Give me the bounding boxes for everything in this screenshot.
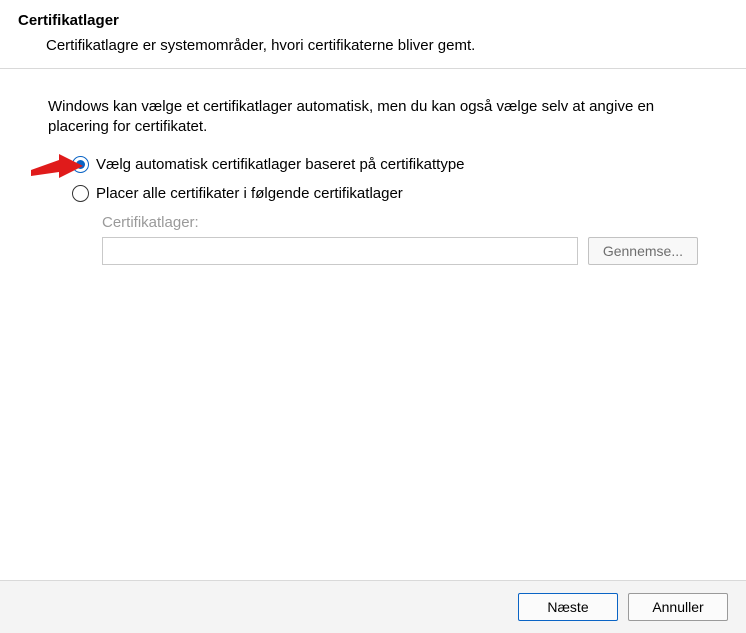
certificate-store-input: [102, 237, 578, 265]
page-subtitle: Certifikatlagre er systemområder, hvori …: [46, 37, 728, 54]
radio-auto-label: Vælg automatisk certifikatlager baseret …: [96, 156, 465, 173]
instruction-text: Windows kan vælge et certifikatlager aut…: [48, 97, 698, 138]
next-button[interactable]: Næste: [518, 593, 618, 621]
wizard-footer: Næste Annuller: [0, 580, 746, 633]
radio-manual-store[interactable]: Placer alle certifikater i følgende cert…: [72, 185, 698, 202]
browse-button: Gennemse...: [588, 237, 698, 265]
radio-auto-store[interactable]: Vælg automatisk certifikatlager baseret …: [72, 156, 698, 173]
cancel-button[interactable]: Annuller: [628, 593, 728, 621]
radio-selected-icon: [72, 156, 89, 173]
page-title: Certifikatlager: [18, 12, 728, 29]
radio-manual-label: Placer alle certifikater i følgende cert…: [96, 185, 403, 202]
store-field-label: Certifikatlager:: [102, 214, 698, 231]
radio-unselected-icon: [72, 185, 89, 202]
